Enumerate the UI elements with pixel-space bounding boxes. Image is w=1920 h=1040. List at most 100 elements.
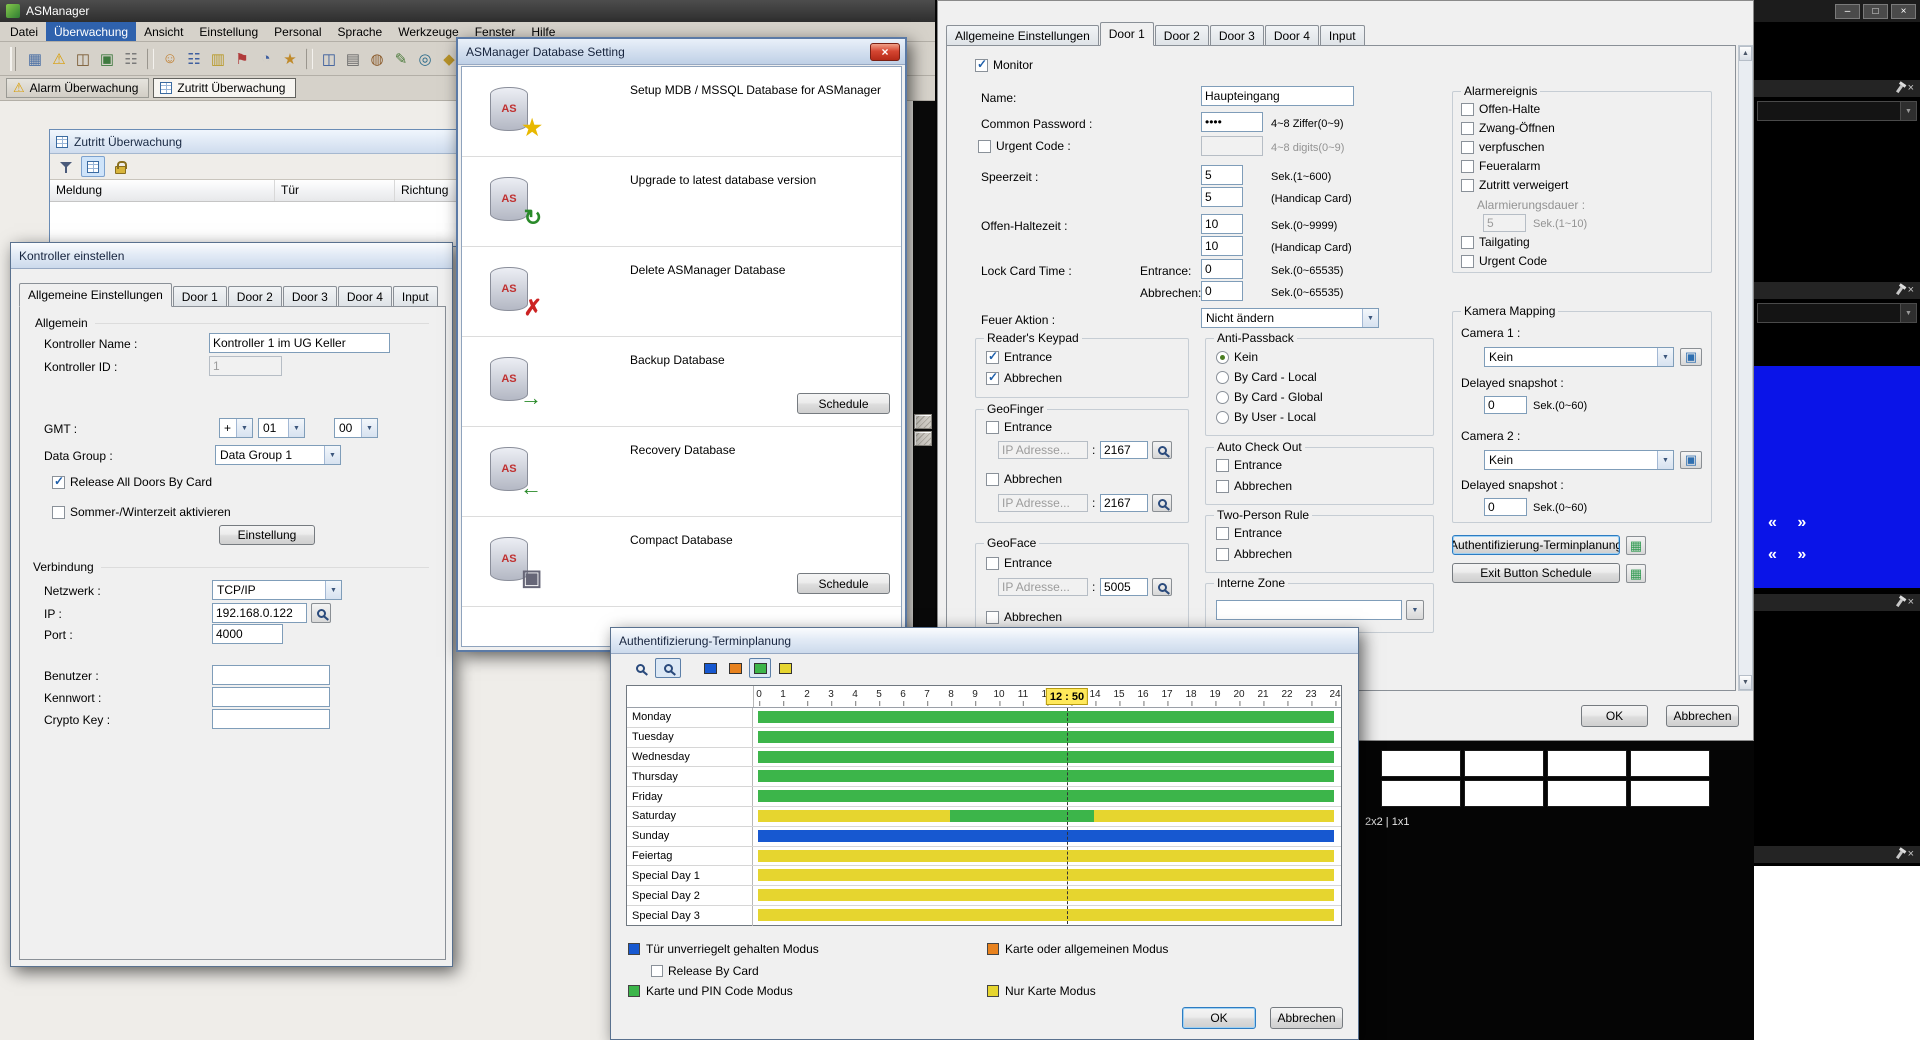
db-schedule-button[interactable]: Schedule xyxy=(797,393,890,414)
schedule-row-wednesday[interactable]: Wednesday xyxy=(627,748,1341,768)
toolbar-door-setting-icon[interactable]: ◫ xyxy=(318,48,340,70)
close-icon[interactable]: × xyxy=(1908,849,1914,860)
feuer-aktion-combo[interactable]: Nicht ändern xyxy=(1201,308,1379,328)
tab-k-door-4[interactable]: Door 4 xyxy=(338,286,392,307)
video-cell[interactable] xyxy=(1547,780,1627,807)
select-tool-button[interactable] xyxy=(655,658,681,678)
keypad-abbrechen-checkbox[interactable] xyxy=(986,372,999,385)
db-task-setup[interactable]: Setup MDB / MSSQL Database for ASManager xyxy=(462,67,901,157)
delayed2-input[interactable]: 0 xyxy=(1484,498,1527,516)
geofinger-abort-checkbox[interactable] xyxy=(986,473,999,486)
close-icon[interactable]: × xyxy=(1908,83,1914,94)
geofinger-abort-search-button[interactable] xyxy=(1152,494,1172,512)
window-maximize-button[interactable]: □ xyxy=(1863,4,1888,19)
schedule-row-sunday[interactable]: Sunday xyxy=(627,827,1341,847)
toolbar-layout-icon[interactable]: ▦ xyxy=(24,48,46,70)
day-track[interactable] xyxy=(753,807,1341,826)
exit-schedule-icon-button[interactable] xyxy=(1626,564,1646,583)
kontroller-id-input[interactable]: 1 xyxy=(209,356,282,376)
interne-zone-field[interactable] xyxy=(1216,600,1402,620)
exit-button-schedule-button[interactable]: Exit Button Schedule xyxy=(1452,563,1620,583)
segment-card_only[interactable] xyxy=(758,909,1334,921)
schedule-row-special-day-3[interactable]: Special Day 3 xyxy=(627,906,1341,926)
video-feed-blue[interactable] xyxy=(1754,366,1920,588)
chevron-down-icon[interactable] xyxy=(1900,304,1916,322)
video-window-titlebar[interactable]: –□× xyxy=(1754,0,1920,22)
scroll-down-arrow[interactable]: ▼ xyxy=(1739,675,1752,690)
camera2-view-button[interactable] xyxy=(1680,451,1702,469)
db-task-compact[interactable]: Compact Database Schedule xyxy=(462,517,901,607)
toolbar-database-icon[interactable]: ◍ xyxy=(366,48,388,70)
alarmdauer-input[interactable]: 5 xyxy=(1483,214,1526,232)
menu-einstellung[interactable]: Einstellung xyxy=(191,22,266,41)
toolbar-separator-1[interactable] xyxy=(147,48,154,70)
schedule-row-friday[interactable]: Friday xyxy=(627,787,1341,807)
tab-d-door-2[interactable]: Door 2 xyxy=(1155,25,1209,46)
pin-icon[interactable] xyxy=(1896,598,1903,606)
alarm-urgent-code-checkbox[interactable] xyxy=(1461,255,1474,268)
db-schedule-button[interactable]: Schedule xyxy=(797,573,890,594)
toolbar-card-icon[interactable]: ▥ xyxy=(207,48,229,70)
schedule-ok-button[interactable]: OK xyxy=(1182,1007,1256,1029)
gmt-sign-combo[interactable]: + xyxy=(219,418,253,438)
netzwerk-combo[interactable]: TCP/IP xyxy=(212,580,342,600)
tpr-entrance-checkbox[interactable] xyxy=(1216,527,1229,540)
geoface-entrance-search-button[interactable] xyxy=(1152,578,1172,596)
camera1-combo[interactable]: Kein xyxy=(1484,347,1674,367)
mode-unlocked-swatch[interactable] xyxy=(699,658,721,678)
alarm-feueralarm-checkbox[interactable] xyxy=(1461,160,1474,173)
geofinger-entrance-port-field[interactable]: 2167 xyxy=(1100,441,1148,459)
schedule-row-thursday[interactable]: Thursday xyxy=(627,767,1341,787)
schedule-row-monday[interactable]: Monday xyxy=(627,708,1341,728)
auth-schedule-icon-button[interactable] xyxy=(1626,536,1646,555)
zoom-tool-button[interactable] xyxy=(627,658,653,678)
filter-button[interactable] xyxy=(54,156,78,177)
door-name-input[interactable]: Haupteingang xyxy=(1201,86,1354,106)
toolbar-photo-monitor-icon[interactable]: ▣ xyxy=(96,48,118,70)
table-view-button[interactable] xyxy=(81,156,105,177)
geoface-abort-checkbox[interactable] xyxy=(986,611,999,624)
menu-ueberwachung[interactable]: Überwachung xyxy=(46,22,136,41)
tab-k-input[interactable]: Input xyxy=(393,286,438,307)
toolbar-holiday-icon[interactable]: ★ xyxy=(279,48,301,70)
pin-icon[interactable] xyxy=(1896,84,1903,92)
door-scrollbar[interactable]: ▲ ▼ xyxy=(1738,45,1753,691)
toolbar-person-icon[interactable]: ☺ xyxy=(159,48,181,70)
camera-select-combo-1[interactable] xyxy=(1757,101,1917,121)
camera-select-combo-2[interactable] xyxy=(1757,303,1917,323)
tab-k-door-2[interactable]: Door 2 xyxy=(228,286,282,307)
day-track[interactable] xyxy=(753,748,1341,767)
column-meldung[interactable]: Meldung xyxy=(50,180,275,201)
tab-k-allgemeine-einstellungen[interactable]: Allgemeine Einstellungen xyxy=(19,283,172,307)
common-password-input[interactable]: •••• xyxy=(1201,112,1263,132)
geofinger-entrance-search-button[interactable] xyxy=(1152,441,1172,459)
alarm-offen-halte-checkbox[interactable] xyxy=(1461,103,1474,116)
release-by-card-checkbox[interactable] xyxy=(651,965,663,977)
offen-handicap-input[interactable]: 10 xyxy=(1201,236,1243,256)
gmt-minute-combo[interactable]: 00 xyxy=(334,418,378,438)
tab-d-door-1[interactable]: Door 1 xyxy=(1100,22,1154,46)
db-task-upgrade[interactable]: Upgrade to latest database version xyxy=(462,157,901,247)
tab-d-door-4[interactable]: Door 4 xyxy=(1265,25,1319,46)
offen-haltezeit-input[interactable]: 10 xyxy=(1201,214,1243,234)
close-icon[interactable]: × xyxy=(1908,285,1914,296)
tab-d-allgemeine-einstellungen[interactable]: Allgemeine Einstellungen xyxy=(946,25,1099,46)
splitter-grip-1[interactable] xyxy=(914,414,932,429)
schedule-row-tuesday[interactable]: Tuesday xyxy=(627,728,1341,748)
schedule-row-feiertag[interactable]: Feiertag xyxy=(627,847,1341,867)
geoface-entrance-port-field[interactable]: 5005 xyxy=(1100,578,1148,596)
video-cell[interactable] xyxy=(1630,750,1710,777)
monitor-checkbox[interactable] xyxy=(975,59,988,72)
interne-zone-dropdown-button[interactable]: ▼ xyxy=(1406,600,1424,620)
apb-by-card-global-radio[interactable] xyxy=(1216,391,1229,404)
mode-card-pin-swatch[interactable] xyxy=(749,658,771,678)
segment-card_only[interactable] xyxy=(1094,810,1334,822)
geofinger-entrance-ip-field[interactable]: IP Adresse... xyxy=(998,441,1088,459)
apb-by-user-local-radio[interactable] xyxy=(1216,411,1229,424)
pin-icon[interactable] xyxy=(1896,286,1903,294)
segment-card_only[interactable] xyxy=(758,810,950,822)
segment-card_pin[interactable] xyxy=(758,751,1334,763)
gmt-hour-combo[interactable]: 01 xyxy=(258,418,305,438)
keypad-entrance-checkbox[interactable] xyxy=(986,351,999,364)
chevron-down-icon[interactable] xyxy=(1657,451,1673,469)
